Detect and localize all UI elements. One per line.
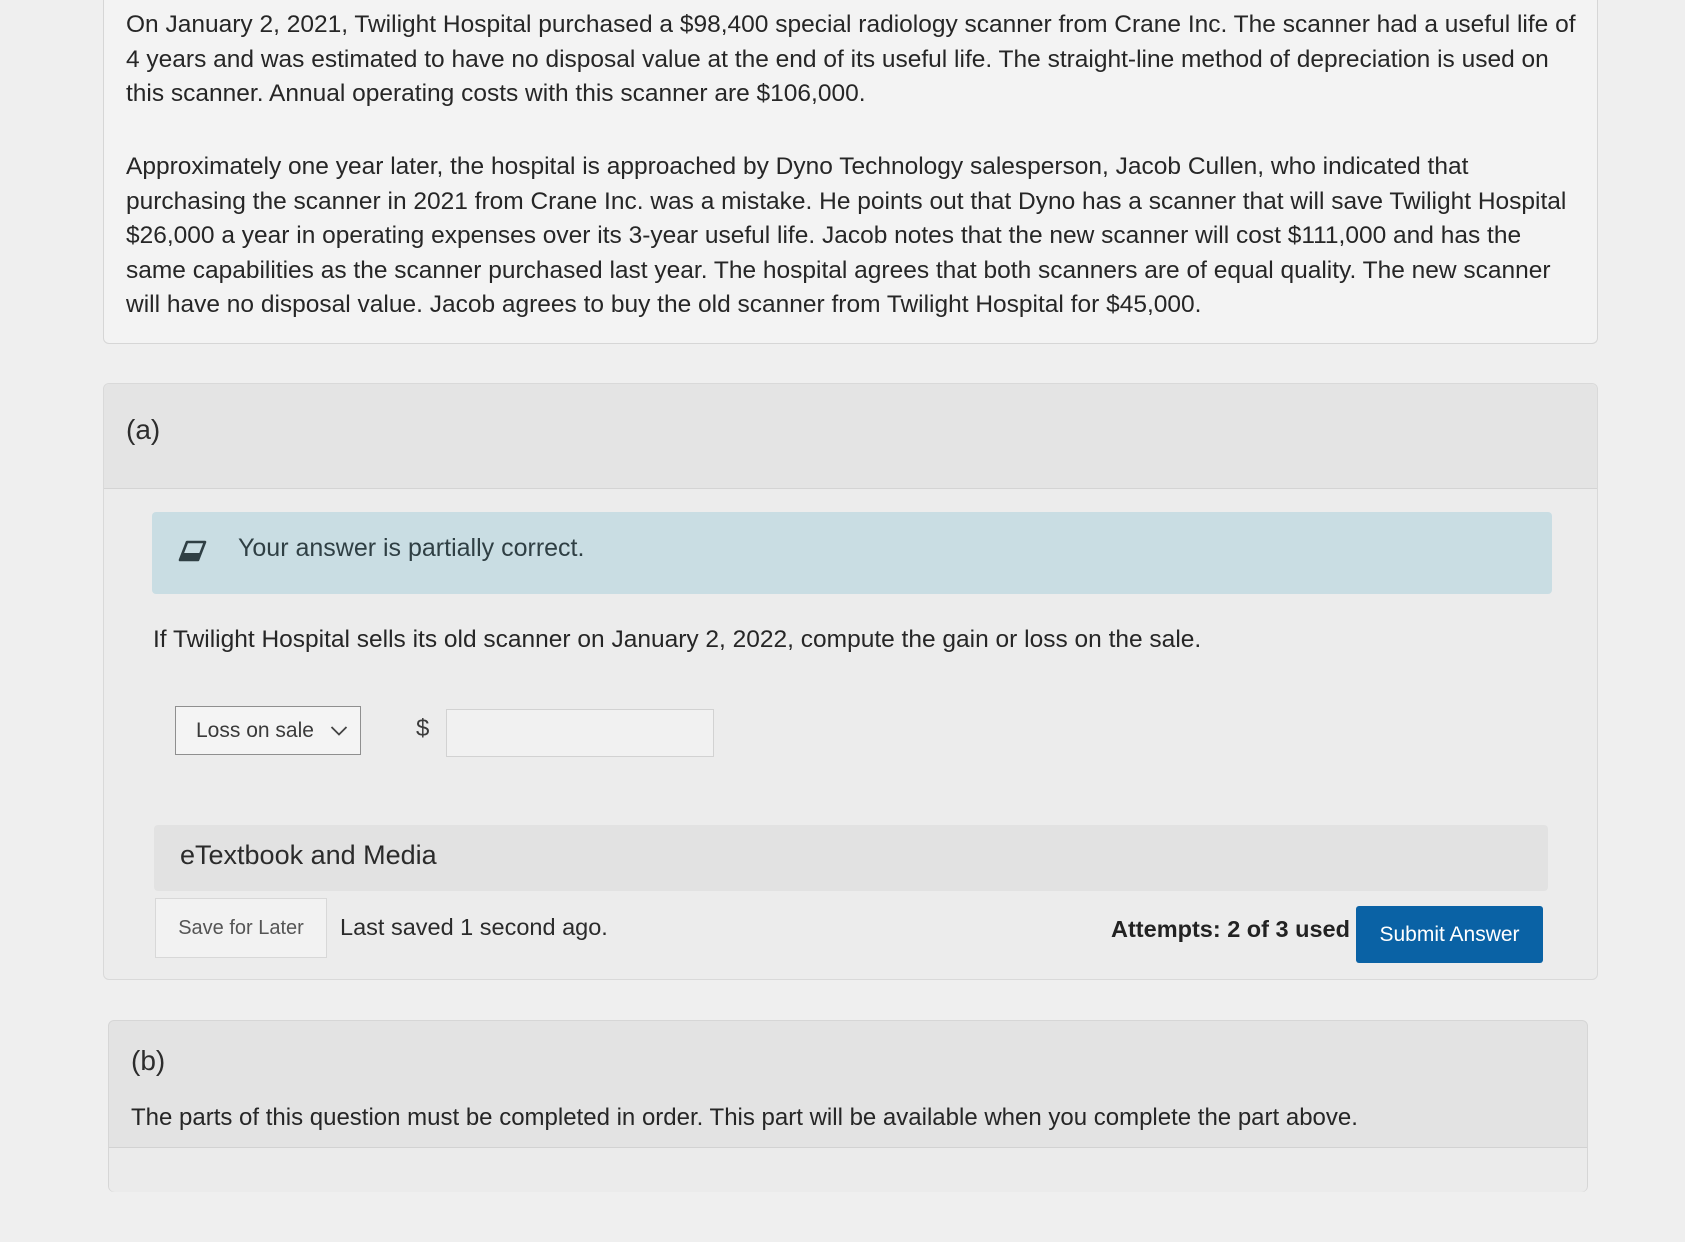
- part-a-label: (a): [126, 414, 161, 445]
- chevron-down-icon: [330, 724, 348, 736]
- gain-loss-select-value: Loss on sale: [196, 719, 314, 742]
- question-text: If Twilight Hospital sells its old scann…: [153, 626, 1202, 653]
- last-saved-status: Last saved 1 second ago.: [340, 914, 608, 940]
- problem-paragraph-1: On January 2, 2021, Twilight Hospital pu…: [126, 11, 1576, 107]
- etextbook-media-bar[interactable]: eTextbook and Media: [154, 825, 1548, 891]
- part-b-locked-message: The parts of this question must be compl…: [131, 1104, 1358, 1131]
- eraser-icon: [178, 540, 208, 564]
- feedback-banner: Your answer is partially correct.: [152, 512, 1552, 594]
- attempts-counter: Attempts: 2 of 3 used: [1111, 916, 1350, 942]
- amount-input[interactable]: [446, 709, 714, 757]
- gain-loss-select[interactable]: Loss on sale: [175, 706, 361, 755]
- part-b-section: (b) The parts of this question must be c…: [108, 1020, 1588, 1192]
- etextbook-media-label: eTextbook and Media: [180, 840, 437, 870]
- part-b-footer: [109, 1147, 1587, 1192]
- save-for-later-button[interactable]: Save for Later: [155, 898, 327, 958]
- currency-symbol: $: [416, 715, 430, 742]
- page: On January 2, 2021, Twilight Hospital pu…: [0, 0, 1685, 1242]
- part-a-header: (a): [104, 384, 1597, 489]
- problem-statement: On January 2, 2021, Twilight Hospital pu…: [103, 0, 1598, 344]
- problem-paragraph-2: Approximately one year later, the hospit…: [126, 153, 1567, 318]
- part-b-label: (b): [131, 1045, 166, 1076]
- part-a-section: (a) Your answer is partially correct. If…: [103, 383, 1598, 980]
- feedback-text: Your answer is partially correct.: [238, 534, 585, 562]
- submit-answer-button[interactable]: Submit Answer: [1356, 906, 1543, 963]
